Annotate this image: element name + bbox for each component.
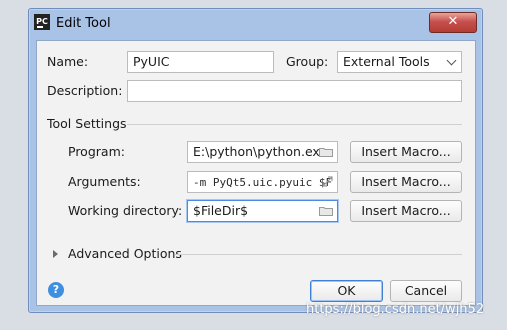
title-bar[interactable]: PC Edit Tool ✕ [29,9,482,39]
program-label: Program: [68,144,125,159]
advanced-options-toggle[interactable]: Advanced Options [68,246,182,261]
browse-folder-icon[interactable] [319,147,333,157]
program-field[interactable]: E:\python\python.exe [187,141,338,163]
browse-folder-icon[interactable] [319,206,333,216]
description-label: Description: [47,83,123,98]
arguments-field-value: -m PyQt5.uic.pyuic $F [193,176,333,189]
insert-macro-button-arguments[interactable]: Insert Macro... [350,171,462,193]
tool-settings-divider [127,124,462,125]
chevron-down-icon [446,55,457,66]
dialog-title: Edit Tool [56,16,111,31]
name-field[interactable]: PyUIC [127,51,274,73]
watermark-text: https://blog.csdn.net/wjh52 [306,302,485,317]
insert-macro-button-program[interactable]: Insert Macro... [350,141,462,163]
working-directory-label: Working directory: [68,203,183,218]
cancel-button[interactable]: Cancel [390,280,462,302]
working-directory-field[interactable]: $FileDir$ [187,200,338,222]
name-label: Name: [47,54,89,69]
group-label: Group: [286,54,329,69]
help-icon[interactable]: ? [48,282,64,298]
close-button[interactable]: ✕ [429,12,477,33]
program-field-value: E:\python\python.exe [193,144,328,159]
arguments-field[interactable]: -m PyQt5.uic.pyuic $F [187,171,338,193]
ok-button[interactable]: OK [310,280,383,302]
group-select-value: External Tools [343,54,430,69]
insert-macro-button-working-directory[interactable]: Insert Macro... [350,200,462,222]
description-field[interactable] [127,80,462,102]
close-icon: ✕ [447,14,459,29]
expand-triangle-icon[interactable] [53,250,58,258]
group-select[interactable]: External Tools [337,51,462,73]
dialog-content: Name: PyUIC Group: External Tools Descri… [36,40,476,306]
tool-settings-header: Tool Settings [47,116,127,131]
working-directory-field-value: $FileDir$ [193,203,249,218]
arguments-label: Arguments: [68,174,141,189]
advanced-options-divider [175,254,462,255]
edit-tool-dialog: PC Edit Tool ✕ Name: PyUIC Group: Extern… [28,8,483,313]
pycharm-app-icon: PC [34,14,50,30]
expand-icon[interactable] [322,176,333,187]
